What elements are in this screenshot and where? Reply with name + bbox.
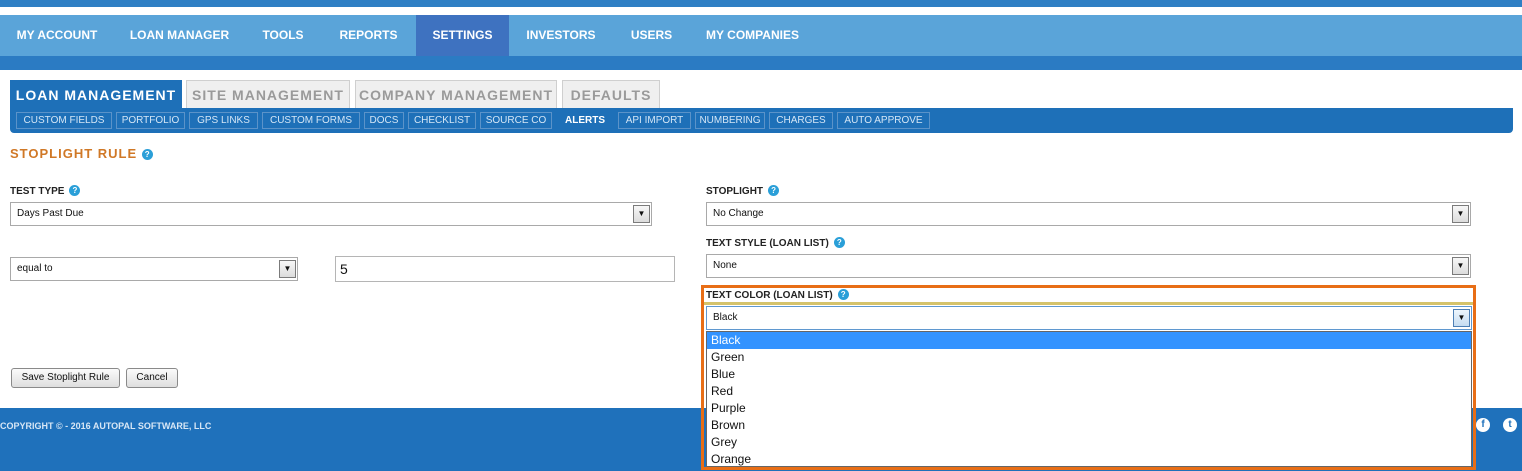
subnav-alerts[interactable]: ALERTS xyxy=(556,112,614,129)
compare-value-input[interactable]: 5 xyxy=(335,256,675,282)
nav-users[interactable]: USERS xyxy=(613,15,690,56)
text-color-label: TEXT COLOR (LOAN LIST)? xyxy=(706,289,849,301)
top-accent-bar xyxy=(0,0,1522,7)
option-black[interactable]: Black xyxy=(707,332,1471,349)
nav-loan-manager[interactable]: LOAN MANAGER xyxy=(114,15,245,56)
text-style-label: TEXT STYLE (LOAN LIST)? xyxy=(706,237,845,249)
test-type-label: TEST TYPE? xyxy=(10,185,81,197)
text-color-select[interactable]: Black ▼ xyxy=(706,306,1472,330)
subnav-source-co[interactable]: SOURCE CO xyxy=(480,112,552,129)
field-focus-line xyxy=(704,302,1473,305)
chevron-down-icon[interactable]: ▼ xyxy=(1452,205,1469,223)
chevron-down-icon[interactable]: ▼ xyxy=(633,205,650,223)
subnav-gps-links[interactable]: GPS LINKS xyxy=(189,112,258,129)
cancel-button[interactable]: Cancel xyxy=(126,368,178,388)
stoplight-label-text: STOPLIGHT xyxy=(706,186,764,197)
nav-tools[interactable]: TOOLS xyxy=(245,15,321,56)
nav-settings[interactable]: SETTINGS xyxy=(416,15,509,56)
operator-select[interactable]: equal to ▼ xyxy=(10,257,298,281)
tab-defaults[interactable]: DEFAULTS xyxy=(562,80,660,108)
nav-underband xyxy=(0,56,1522,70)
page-title-text: STOPLIGHT RULE xyxy=(10,146,138,161)
copyright-text: COPYRIGHT © - 2016 AUTOPAL SOFTWARE, LLC xyxy=(0,421,212,431)
tab-loan-management[interactable]: LOAN MANAGEMENT xyxy=(10,80,182,108)
test-type-select[interactable]: Days Past Due ▼ xyxy=(10,202,652,226)
nav-my-account[interactable]: MY ACCOUNT xyxy=(0,15,114,56)
top-spacer xyxy=(0,7,1522,15)
main-nav: MY ACCOUNT LOAN MANAGER TOOLS REPORTS SE… xyxy=(0,15,1522,56)
help-icon[interactable]: ? xyxy=(833,237,845,248)
help-icon[interactable]: ? xyxy=(837,289,849,300)
facebook-icon[interactable]: f xyxy=(1476,418,1490,432)
test-type-label-text: TEST TYPE xyxy=(10,186,65,197)
chevron-down-icon[interactable]: ▼ xyxy=(1453,309,1470,327)
test-type-value: Days Past Due xyxy=(17,208,84,219)
stoplight-select[interactable]: No Change ▼ xyxy=(706,202,1471,226)
help-icon[interactable]: ? xyxy=(768,185,780,196)
tab-site-management[interactable]: SITE MANAGEMENT xyxy=(186,80,350,108)
stoplight-label: STOPLIGHT? xyxy=(706,185,780,197)
help-icon[interactable]: ? xyxy=(142,149,154,160)
subnav-docs[interactable]: DOCS xyxy=(364,112,404,129)
stoplight-value: No Change xyxy=(713,208,764,219)
subnav-custom-forms[interactable]: CUSTOM FORMS xyxy=(262,112,360,129)
text-color-options-list: Black Green Blue Red Purple Brown Grey O… xyxy=(706,331,1472,467)
nav-my-companies[interactable]: MY COMPANIES xyxy=(690,15,815,56)
tab-company-management[interactable]: COMPANY MANAGEMENT xyxy=(355,80,557,108)
text-style-select[interactable]: None ▼ xyxy=(706,254,1471,278)
option-red[interactable]: Red xyxy=(707,383,1471,400)
sub-nav: CUSTOM FIELDS PORTFOLIO GPS LINKS CUSTOM… xyxy=(10,108,1513,133)
operator-value: equal to xyxy=(17,263,53,274)
option-brown[interactable]: Brown xyxy=(707,417,1471,434)
twitter-icon[interactable]: t xyxy=(1503,418,1517,432)
subnav-numbering[interactable]: NUMBERING xyxy=(695,112,765,129)
nav-reports[interactable]: REPORTS xyxy=(321,15,416,56)
option-purple[interactable]: Purple xyxy=(707,400,1471,417)
option-green[interactable]: Green xyxy=(707,349,1471,366)
chevron-down-icon[interactable]: ▼ xyxy=(1452,257,1469,275)
subnav-custom-fields[interactable]: CUSTOM FIELDS xyxy=(16,112,112,129)
option-blue[interactable]: Blue xyxy=(707,366,1471,383)
save-stoplight-rule-button[interactable]: Save Stoplight Rule xyxy=(11,368,120,388)
subnav-auto-approve[interactable]: AUTO APPROVE xyxy=(837,112,930,129)
text-color-label-text: TEXT COLOR (LOAN LIST) xyxy=(706,290,833,301)
text-style-label-text: TEXT STYLE (LOAN LIST) xyxy=(706,238,829,249)
subnav-charges[interactable]: CHARGES xyxy=(769,112,833,129)
option-orange[interactable]: Orange xyxy=(707,451,1471,468)
subnav-checklist[interactable]: CHECKLIST xyxy=(408,112,476,129)
nav-investors[interactable]: INVESTORS xyxy=(509,15,613,56)
page-title: STOPLIGHT RULE? xyxy=(10,146,154,161)
text-style-value: None xyxy=(713,260,737,271)
chevron-down-icon[interactable]: ▼ xyxy=(279,260,296,278)
option-grey[interactable]: Grey xyxy=(707,434,1471,451)
subnav-api-import[interactable]: API IMPORT xyxy=(618,112,691,129)
subnav-portfolio[interactable]: PORTFOLIO xyxy=(116,112,185,129)
help-icon[interactable]: ? xyxy=(69,185,81,196)
text-color-value: Black xyxy=(713,312,738,323)
